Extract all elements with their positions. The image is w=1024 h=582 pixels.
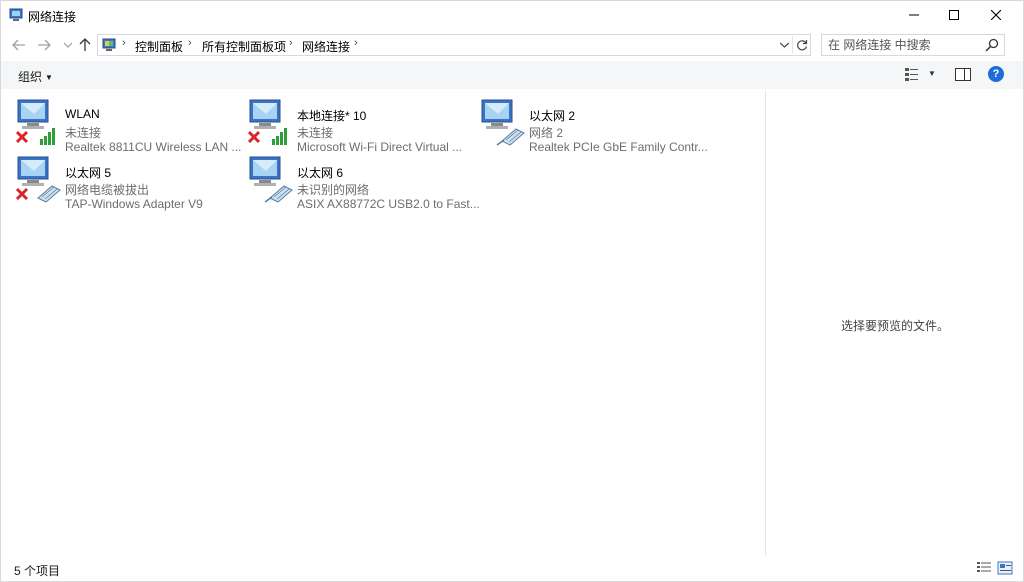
ethernet-adapter-icon xyxy=(249,156,293,203)
up-button[interactable] xyxy=(76,36,94,54)
minimize-icon xyxy=(909,14,919,16)
breadcrumb-separator-icon: › xyxy=(354,37,358,49)
breadcrumb-separator-icon: › xyxy=(289,37,293,49)
item-count: 5 个项目 xyxy=(14,564,61,578)
organize-label: 组织 xyxy=(18,70,43,84)
breadcrumb-separator-icon: › xyxy=(122,37,126,49)
connection-status: 未连接 xyxy=(297,126,334,140)
refresh-icon xyxy=(796,40,807,51)
wireless-adapter-icon xyxy=(16,99,55,145)
view-options-caret-icon[interactable]: ▼ xyxy=(928,69,936,78)
connection-name: 以太网 6 xyxy=(297,166,344,180)
network-connections-window: 网络连接 › 控制面板 › 所有控制面板项 › 网络连接 › 在 网络连接 中搜… xyxy=(0,0,1024,582)
search-box[interactable] xyxy=(821,34,1005,56)
preview-pane-icon[interactable] xyxy=(955,68,971,81)
connection-item-ethernet-2[interactable]: 以太网 2 网络 2 Realtek PCIe GbE Family Contr… xyxy=(480,99,710,154)
preview-message: 选择要预览的文件。 xyxy=(840,319,949,333)
breadcrumb-all-items[interactable]: 所有控制面板项 xyxy=(202,38,286,55)
preview-pane: 选择要预览的文件。 xyxy=(765,90,1023,556)
connection-name: 本地连接* 10 xyxy=(297,109,367,123)
connection-status: 未连接 xyxy=(65,126,102,140)
status-bar: 5 个项目 xyxy=(1,556,1023,581)
navigation-bar: › 控制面板 › 所有控制面板项 › 网络连接 › xyxy=(1,31,1023,59)
connection-device: TAP-Windows Adapter V9 xyxy=(65,197,203,211)
caret-down-icon: ▼ xyxy=(45,73,53,82)
connection-name: 以太网 5 xyxy=(65,166,112,180)
connections-list: WLAN 未连接 Realtek 8811CU Wireless LAN ...… xyxy=(1,90,765,556)
breadcrumb-control-panel[interactable]: 控制面板 xyxy=(135,38,183,55)
connection-item-ethernet-6[interactable]: 以太网 6 未识别的网络 ASIX AX88772C USB2.0 to Fas… xyxy=(248,156,480,211)
connection-device: Microsoft Wi-Fi Direct Virtual ... xyxy=(297,140,463,154)
connection-device: Realtek 8811CU Wireless LAN ... xyxy=(65,140,242,154)
window-title: 网络连接 xyxy=(28,10,77,24)
address-bar[interactable]: › 控制面板 › 所有控制面板项 › 网络连接 › xyxy=(97,34,811,56)
breadcrumb-network-connections[interactable]: 网络连接 xyxy=(302,38,350,55)
ethernet-adapter-icon xyxy=(16,156,61,203)
connection-status: 网络电缆被拔出 xyxy=(65,183,150,197)
close-icon xyxy=(991,10,1001,20)
connection-item-local-10[interactable]: 本地连接* 10 未连接 Microsoft Wi-Fi Direct Virt… xyxy=(248,99,478,154)
breadcrumb-separator-icon: › xyxy=(188,37,192,49)
recent-locations-button[interactable] xyxy=(59,36,77,54)
forward-arrow-icon xyxy=(38,39,51,51)
large-icons-view-icon[interactable] xyxy=(997,561,1013,575)
close-button[interactable] xyxy=(973,1,1019,29)
search-input[interactable] xyxy=(828,37,978,53)
connection-name: WLAN xyxy=(65,107,100,121)
title-bar: 网络连接 xyxy=(1,1,1023,29)
search-icon[interactable] xyxy=(984,37,1000,53)
connection-item-wlan[interactable]: WLAN 未连接 Realtek 8811CU Wireless LAN ... xyxy=(16,99,246,154)
ethernet-adapter-icon xyxy=(481,99,525,146)
change-view-icon[interactable] xyxy=(904,66,920,82)
connection-device: Realtek PCIe GbE Family Contr... xyxy=(529,140,708,154)
connection-device: ASIX AX88772C USB2.0 to Fast... xyxy=(297,197,480,211)
details-view-icon[interactable] xyxy=(976,561,992,575)
back-button[interactable] xyxy=(10,36,28,54)
network-app-icon xyxy=(9,8,23,21)
up-arrow-icon xyxy=(79,38,91,51)
back-arrow-icon xyxy=(12,39,25,51)
connection-item-ethernet-5[interactable]: 以太网 5 网络电缆被拔出 TAP-Windows Adapter V9 xyxy=(16,156,246,211)
maximize-icon xyxy=(949,10,959,20)
connection-status: 未识别的网络 xyxy=(297,183,370,197)
maximize-button[interactable] xyxy=(931,1,977,29)
wireless-adapter-icon xyxy=(248,99,287,145)
chevron-down-icon xyxy=(64,42,72,48)
command-bar: 组织 ▼ ▼ ? xyxy=(1,61,1023,89)
connection-status: 网络 2 xyxy=(529,126,564,140)
chevron-down-icon xyxy=(779,42,789,48)
refresh-button[interactable] xyxy=(792,36,810,54)
address-history-dropdown[interactable] xyxy=(776,37,792,53)
help-button[interactable]: ? xyxy=(988,66,1004,82)
connection-name: 以太网 2 xyxy=(529,109,576,123)
control-panel-icon xyxy=(102,38,116,51)
forward-button[interactable] xyxy=(35,36,53,54)
organize-menu-button[interactable]: 组织 ▼ xyxy=(18,68,53,85)
